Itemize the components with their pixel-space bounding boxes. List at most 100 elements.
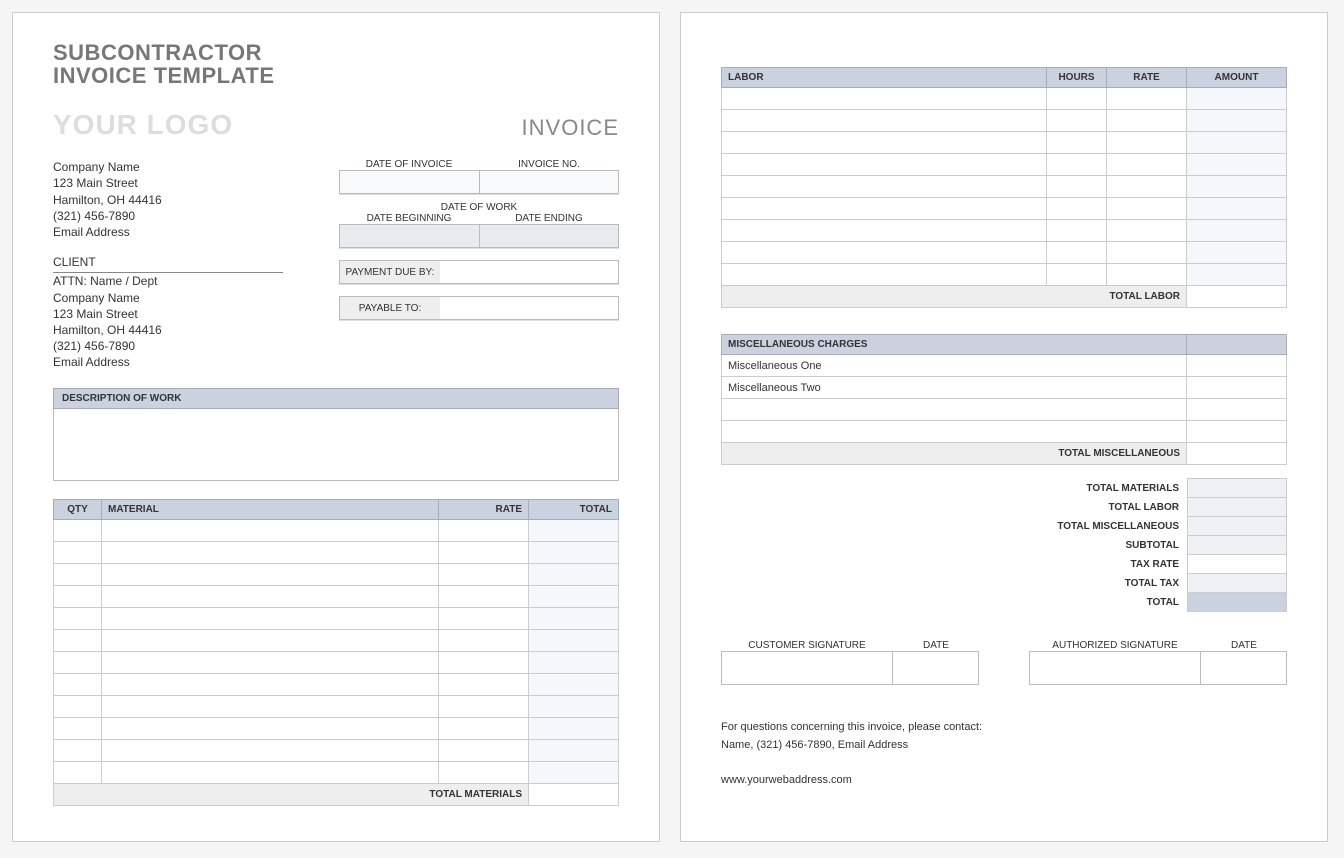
total-materials-value[interactable] (529, 784, 619, 806)
amount-cell[interactable] (1187, 88, 1287, 110)
qty-cell[interactable] (54, 718, 102, 740)
totals-total-value[interactable] (1187, 592, 1287, 612)
qty-cell[interactable] (54, 586, 102, 608)
amount-cell[interactable] (1187, 242, 1287, 264)
material-cell[interactable] (102, 674, 439, 696)
hours-cell[interactable] (1047, 198, 1107, 220)
labor-cell[interactable] (722, 132, 1047, 154)
rate-cell[interactable] (439, 608, 529, 630)
qty-cell[interactable] (54, 542, 102, 564)
description-field[interactable] (53, 409, 619, 481)
rate-cell[interactable] (439, 674, 529, 696)
customer-date-field[interactable] (893, 652, 978, 684)
total-cell[interactable] (529, 586, 619, 608)
rate-cell[interactable] (439, 762, 529, 784)
labor-cell[interactable] (722, 110, 1047, 132)
rate-cell[interactable] (1107, 110, 1187, 132)
qty-cell[interactable] (54, 652, 102, 674)
total-cell[interactable] (529, 740, 619, 762)
qty-cell[interactable] (54, 740, 102, 762)
material-cell[interactable] (102, 696, 439, 718)
material-cell[interactable] (102, 520, 439, 542)
total-cell[interactable] (529, 630, 619, 652)
labor-cell[interactable] (722, 220, 1047, 242)
amount-cell[interactable] (1187, 154, 1287, 176)
misc-amount-cell[interactable] (1187, 421, 1287, 443)
rate-cell[interactable] (439, 740, 529, 762)
rate-cell[interactable] (1107, 154, 1187, 176)
total-cell[interactable] (529, 542, 619, 564)
qty-cell[interactable] (54, 762, 102, 784)
hours-cell[interactable] (1047, 110, 1107, 132)
rate-cell[interactable] (1107, 132, 1187, 154)
totals-taxrate-value[interactable] (1187, 554, 1287, 574)
rate-cell[interactable] (439, 652, 529, 674)
qty-cell[interactable] (54, 520, 102, 542)
totals-labor-value[interactable] (1187, 497, 1287, 517)
rate-cell[interactable] (1107, 88, 1187, 110)
rate-cell[interactable] (439, 542, 529, 564)
total-labor-value[interactable] (1187, 286, 1287, 308)
qty-cell[interactable] (54, 608, 102, 630)
total-cell[interactable] (529, 564, 619, 586)
misc-desc-cell[interactable] (722, 399, 1187, 421)
rate-cell[interactable] (1107, 242, 1187, 264)
rate-cell[interactable] (1107, 176, 1187, 198)
amount-cell[interactable] (1187, 176, 1287, 198)
hours-cell[interactable] (1047, 154, 1107, 176)
rate-cell[interactable] (439, 630, 529, 652)
hours-cell[interactable] (1047, 220, 1107, 242)
hours-cell[interactable] (1047, 88, 1107, 110)
totals-misc-value[interactable] (1187, 516, 1287, 536)
material-cell[interactable] (102, 630, 439, 652)
payable-to-field[interactable] (440, 297, 618, 319)
authorized-signature-field[interactable] (1030, 652, 1201, 684)
qty-cell[interactable] (54, 564, 102, 586)
total-cell[interactable] (529, 718, 619, 740)
total-misc-value[interactable] (1187, 443, 1287, 465)
labor-cell[interactable] (722, 198, 1047, 220)
labor-cell[interactable] (722, 154, 1047, 176)
misc-amount-cell[interactable] (1187, 377, 1287, 399)
total-cell[interactable] (529, 696, 619, 718)
amount-cell[interactable] (1187, 198, 1287, 220)
material-cell[interactable] (102, 762, 439, 784)
amount-cell[interactable] (1187, 132, 1287, 154)
rate-cell[interactable] (439, 520, 529, 542)
rate-cell[interactable] (439, 696, 529, 718)
totals-subtotal-value[interactable] (1187, 535, 1287, 555)
material-cell[interactable] (102, 542, 439, 564)
misc-desc-cell[interactable] (722, 421, 1187, 443)
material-cell[interactable] (102, 652, 439, 674)
hours-cell[interactable] (1047, 132, 1107, 154)
qty-cell[interactable] (54, 630, 102, 652)
material-cell[interactable] (102, 740, 439, 762)
material-cell[interactable] (102, 608, 439, 630)
material-cell[interactable] (102, 586, 439, 608)
misc-desc-cell[interactable]: Miscellaneous One (722, 355, 1187, 377)
date-of-invoice-field[interactable] (340, 171, 480, 193)
qty-cell[interactable] (54, 696, 102, 718)
totals-materials-value[interactable] (1187, 478, 1287, 498)
hours-cell[interactable] (1047, 176, 1107, 198)
totals-totaltax-value[interactable] (1187, 573, 1287, 593)
total-cell[interactable] (529, 674, 619, 696)
qty-cell[interactable] (54, 674, 102, 696)
material-cell[interactable] (102, 718, 439, 740)
total-cell[interactable] (529, 652, 619, 674)
amount-cell[interactable] (1187, 264, 1287, 286)
total-cell[interactable] (529, 608, 619, 630)
labor-cell[interactable] (722, 88, 1047, 110)
customer-signature-field[interactable] (722, 652, 893, 684)
hours-cell[interactable] (1047, 264, 1107, 286)
date-ending-field[interactable] (480, 225, 619, 247)
labor-cell[interactable] (722, 264, 1047, 286)
rate-cell[interactable] (1107, 198, 1187, 220)
labor-cell[interactable] (722, 242, 1047, 264)
misc-amount-cell[interactable] (1187, 399, 1287, 421)
material-cell[interactable] (102, 564, 439, 586)
hours-cell[interactable] (1047, 242, 1107, 264)
rate-cell[interactable] (1107, 220, 1187, 242)
labor-cell[interactable] (722, 176, 1047, 198)
total-cell[interactable] (529, 762, 619, 784)
